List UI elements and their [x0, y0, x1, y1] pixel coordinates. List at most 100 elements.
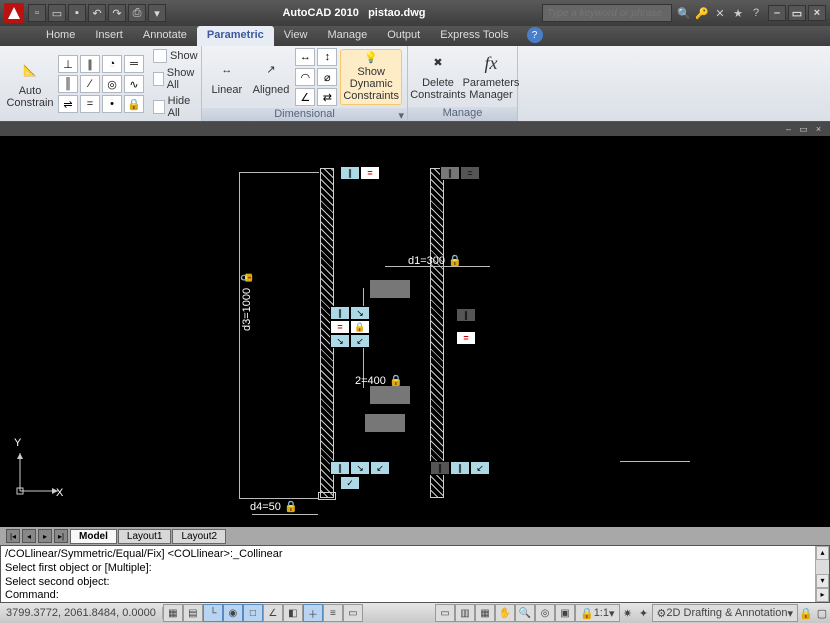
tab-model[interactable]: Model — [70, 529, 117, 544]
new-icon[interactable]: ▫ — [28, 4, 46, 22]
app-logo[interactable] — [4, 3, 24, 23]
constraint-tag[interactable]: ∥∥↙ — [430, 461, 490, 475]
gc-sym-icon[interactable]: ⇌ — [58, 95, 78, 113]
favorite-icon[interactable]: ★ — [730, 5, 746, 21]
save-icon[interactable]: ▪ — [68, 4, 86, 22]
maximize-button[interactable]: ▭ — [788, 5, 806, 21]
polar-button[interactable]: ◉ — [223, 604, 243, 622]
quick-view-layouts-icon[interactable]: ▥ — [455, 604, 475, 622]
doc-close-icon[interactable]: × — [813, 124, 824, 135]
snap-mode-button[interactable]: ▦ — [163, 604, 183, 622]
ortho-button[interactable]: └ — [203, 604, 223, 622]
showmotion-icon[interactable]: ▣ — [555, 604, 575, 622]
steering-wheel-icon[interactable]: ◎ — [535, 604, 555, 622]
panel-launcher-icon[interactable]: ▾ — [398, 109, 404, 122]
tab-manage[interactable]: Manage — [317, 26, 377, 46]
gc-conc-icon[interactable]: ◎ — [102, 75, 122, 93]
tab-last-icon[interactable]: ▸| — [54, 529, 68, 543]
dc-ang-icon[interactable]: ∠ — [295, 88, 315, 106]
dc-vert-icon[interactable]: ↕ — [317, 48, 337, 66]
scroll-up-icon[interactable]: ▴ — [816, 546, 829, 560]
toolbar-lock-icon[interactable]: 🔒 — [798, 604, 814, 622]
gc-coinc-icon[interactable]: • — [102, 95, 122, 113]
ribbon-help-icon[interactable]: ? — [527, 27, 543, 43]
annotation-autoscale-icon[interactable]: ✦ — [636, 604, 652, 622]
tab-parametric[interactable]: Parametric — [197, 26, 274, 46]
clean-screen-icon[interactable]: ▢ — [814, 604, 830, 622]
constraint-tag[interactable]: ∥↘↙ — [330, 461, 390, 475]
gc-par-icon[interactable]: ∥ — [80, 55, 100, 73]
model-space-button[interactable]: ▭ — [435, 604, 455, 622]
exchange-icon[interactable]: ✕ — [712, 5, 728, 21]
constraint-tag[interactable]: = — [456, 331, 476, 345]
dc-conv-icon[interactable]: ⇄ — [317, 88, 337, 106]
workspace-switcher[interactable]: ⚙ 2D Drafting & Annotation ▾ — [652, 604, 798, 622]
osnap-button[interactable]: □ — [243, 604, 263, 622]
ducs-button[interactable]: ◧ — [283, 604, 303, 622]
show-all-button[interactable]: Show All — [151, 66, 200, 92]
linear-button[interactable]: ↔Linear — [207, 49, 247, 105]
lwt-button[interactable]: ≡ — [323, 604, 343, 622]
quick-view-drawings-icon[interactable]: ▦ — [475, 604, 495, 622]
command-line[interactable]: /COLlinear/Symmetric/Equal/Fix] <COLline… — [0, 545, 830, 603]
qat-more-icon[interactable]: ▾ — [148, 4, 166, 22]
tab-output[interactable]: Output — [377, 26, 430, 46]
aligned-button[interactable]: ↗Aligned — [250, 49, 293, 105]
constraint-tag[interactable]: ∥↘ — [330, 306, 370, 320]
search-icon[interactable]: 🔍 — [676, 5, 692, 21]
scroll-resize-icon[interactable]: ▸ — [816, 588, 829, 602]
undo-icon[interactable]: ↶ — [88, 4, 106, 22]
key-icon[interactable]: 🔑 — [694, 5, 710, 21]
constraint-tag[interactable]: =🔒 — [330, 320, 370, 334]
tab-insert[interactable]: Insert — [85, 26, 133, 46]
dc-rad-icon[interactable]: ◠ — [295, 68, 315, 86]
tab-layout1[interactable]: Layout1 — [118, 529, 172, 544]
pan-icon[interactable]: ✋ — [495, 604, 515, 622]
hide-all-button[interactable]: Hide All — [151, 94, 200, 120]
cmd-prompt[interactable]: Command: — [5, 589, 825, 603]
gc-perp-icon[interactable]: ⊥ — [58, 55, 78, 73]
doc-minimize-icon[interactable]: – — [783, 124, 794, 135]
parameters-manager-button[interactable]: fxParameters Manager — [466, 49, 516, 105]
gc-colin-icon[interactable]: ∕ — [80, 75, 100, 93]
redo-icon[interactable]: ↷ — [108, 4, 126, 22]
annotation-scale[interactable]: 🔒 1:1 ▾ — [575, 604, 620, 622]
print-icon[interactable]: ⎙ — [128, 4, 146, 22]
tab-prev-icon[interactable]: ◂ — [22, 529, 36, 543]
dc-dia-icon[interactable]: ⌀ — [317, 68, 337, 86]
close-button[interactable]: × — [808, 5, 826, 21]
annotation-visibility-icon[interactable]: ✷ — [620, 604, 636, 622]
tab-next-icon[interactable]: ▸ — [38, 529, 52, 543]
help-icon[interactable]: ? — [748, 5, 764, 21]
constraint-tag[interactable]: ✓ — [340, 476, 360, 490]
delete-constraints-button[interactable]: ✖Delete Constraints — [413, 49, 463, 105]
gc-fix-icon[interactable]: 🔒 — [124, 95, 144, 113]
gc-tan-icon[interactable]: ◔ — [102, 55, 122, 73]
doc-restore-icon[interactable]: ▭ — [798, 124, 809, 135]
minimize-button[interactable]: – — [768, 5, 786, 21]
constraint-tag[interactable]: ∥= — [440, 166, 480, 180]
constraint-tag[interactable]: ∥= — [340, 166, 380, 180]
gc-smooth-icon[interactable]: ∿ — [124, 75, 144, 93]
tab-annotate[interactable]: Annotate — [133, 26, 197, 46]
tab-first-icon[interactable]: |◂ — [6, 529, 20, 543]
tab-express[interactable]: Express Tools — [430, 26, 518, 46]
gc-horiz-icon[interactable]: ═ — [124, 55, 144, 73]
grid-button[interactable]: ▤ — [183, 604, 203, 622]
open-icon[interactable]: ▭ — [48, 4, 66, 22]
tab-layout2[interactable]: Layout2 — [172, 529, 226, 544]
dyn-button[interactable]: ＋ — [303, 604, 323, 622]
show-dynamic-constraints-button[interactable]: 💡Show Dynamic Constraints — [340, 49, 402, 105]
help-search[interactable] — [542, 4, 672, 22]
gc-vert-icon[interactable]: ║ — [58, 75, 78, 93]
show-button[interactable]: Show — [151, 48, 200, 64]
gc-eq-icon[interactable]: = — [80, 95, 100, 113]
constraint-tag[interactable]: ↘↙ — [330, 334, 370, 348]
drawing-canvas[interactable]: d3=1000 🔒 d1=300 🔒 2=400 🔒 d4=50 🔒 ∥= ∥=… — [0, 136, 830, 527]
qp-button[interactable]: ▭ — [343, 604, 363, 622]
dc-horiz-icon[interactable]: ↔ — [295, 48, 315, 66]
zoom-icon[interactable]: 🔍 — [515, 604, 535, 622]
otrack-button[interactable]: ∠ — [263, 604, 283, 622]
tab-home[interactable]: Home — [36, 26, 85, 46]
scroll-down-icon[interactable]: ▾ — [816, 574, 829, 588]
